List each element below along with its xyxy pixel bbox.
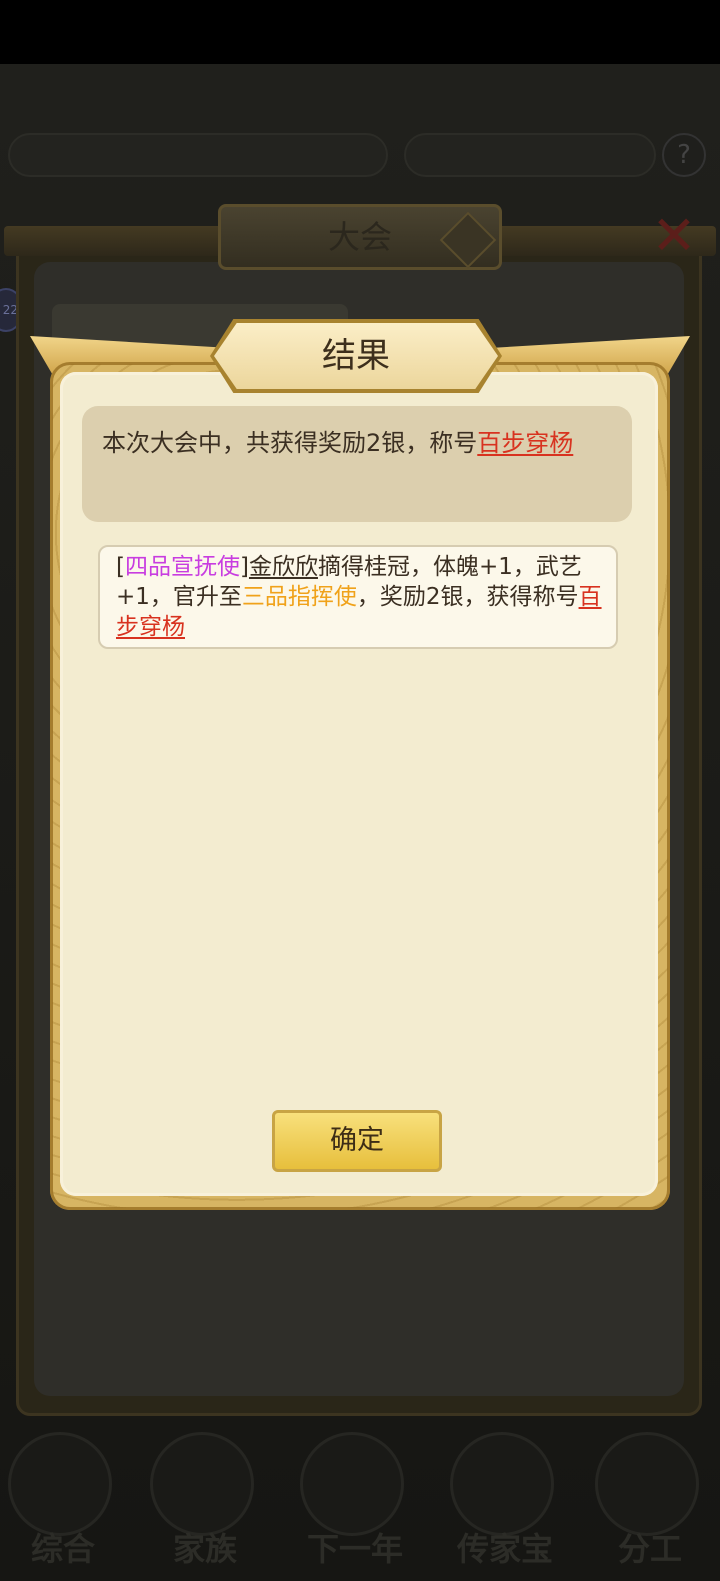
nav-label: 传家宝 bbox=[456, 1530, 553, 1568]
nav-item-3: 传家宝 bbox=[440, 1424, 570, 1574]
dialog-title: 结果 bbox=[322, 336, 390, 376]
nav-item-2: 下一年 bbox=[290, 1424, 420, 1574]
nav-item-1: 家族 bbox=[140, 1424, 270, 1574]
summary-label: 本次大会中，共获得奖励2银，称号 bbox=[102, 429, 478, 457]
bg-stat-bar-right bbox=[404, 133, 656, 177]
help-icon: ? bbox=[662, 133, 706, 177]
nav-icon bbox=[300, 1432, 404, 1536]
summary-text: 本次大会中，共获得奖励2银，称号百步穿杨 bbox=[102, 424, 612, 462]
nav-icon bbox=[150, 1432, 254, 1536]
nav-label: 下一年 bbox=[306, 1530, 403, 1568]
bracket-open: [ bbox=[116, 554, 125, 580]
nav-icon bbox=[8, 1432, 112, 1536]
result-text: [四品宣抚使]金欣欣摘得桂冠，体魄+1，武艺+1，官升至三品指挥使，奖励2银，获… bbox=[116, 552, 606, 642]
rank-old: 四品宣抚使 bbox=[124, 554, 240, 580]
status-bar bbox=[0, 0, 720, 64]
nav-icon bbox=[595, 1432, 699, 1536]
bg-stat-bar-left bbox=[8, 133, 388, 177]
result-text-2: ，奖励2银，获得称号 bbox=[356, 584, 579, 610]
close-icon: ✕ bbox=[651, 204, 697, 267]
nav-label: 家族 bbox=[172, 1530, 237, 1568]
title-link[interactable]: 百步穿杨 bbox=[477, 429, 573, 457]
nav-label: 分工 bbox=[617, 1530, 682, 1568]
rank-new: 三品指挥使 bbox=[241, 584, 357, 610]
nav-item-0: 综合 bbox=[0, 1424, 128, 1574]
winner-name[interactable]: 金欣欣 bbox=[249, 554, 318, 580]
bottom-nav: 综合 家族 下一年 传家宝 分工 bbox=[0, 1424, 720, 1581]
nav-item-4: 分工 bbox=[585, 1424, 715, 1574]
nav-label: 综合 bbox=[30, 1530, 95, 1568]
bracket-close: ] bbox=[239, 554, 249, 580]
confirm-button[interactable]: 确定 bbox=[272, 1110, 442, 1172]
nav-icon bbox=[450, 1432, 554, 1536]
